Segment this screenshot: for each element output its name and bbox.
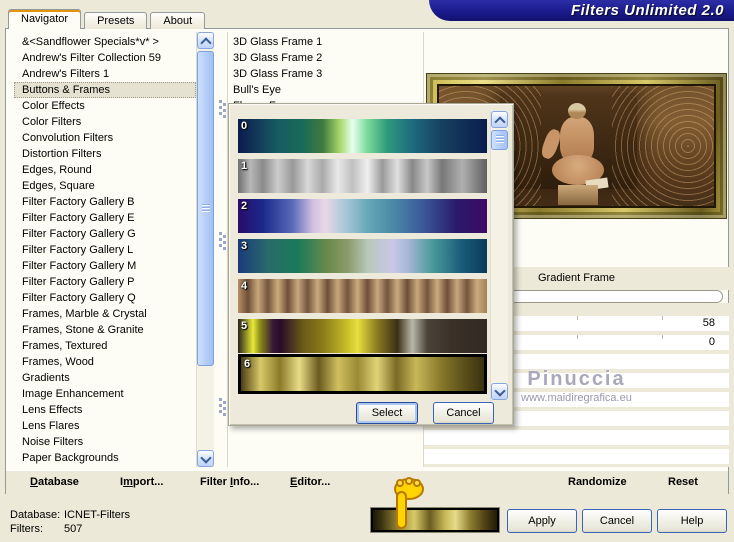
category-item[interactable]: Frames, Marble & Crystal xyxy=(14,306,196,322)
filter-item[interactable]: Bull's Eye xyxy=(228,82,418,98)
category-item[interactable]: Image Enhancement xyxy=(14,386,196,402)
preview-art-figure xyxy=(532,102,622,206)
splitter-grip-icon[interactable] xyxy=(219,398,227,417)
scrollbar-thumb[interactable] xyxy=(491,130,508,150)
database-menu-button[interactable]: Database xyxy=(30,471,79,494)
tab-navigator[interactable]: Navigator xyxy=(8,9,82,29)
parameter-slider[interactable] xyxy=(424,449,729,464)
filter-list: 3D Glass Frame 1 3D Glass Frame 2 3D Glass… xyxy=(228,34,418,114)
filter-item[interactable]: 3D Glass Frame 2 xyxy=(228,50,418,66)
category-item[interactable]: Filter Factory Gallery P xyxy=(14,274,196,290)
category-item[interactable]: Filter Factory Gallery M xyxy=(14,258,196,274)
gradient-index-label: 3 xyxy=(241,240,248,252)
category-item[interactable]: Frames, Wood xyxy=(14,354,196,370)
filter-item[interactable]: 3D Glass Frame 3 xyxy=(228,66,418,82)
tab-presets[interactable]: Presets xyxy=(84,12,148,29)
category-item[interactable]: Lens Flares xyxy=(14,418,196,434)
editor-button[interactable]: Editor... xyxy=(290,471,330,494)
window-title: Filters Unlimited 2.0 xyxy=(570,2,724,19)
splitter-grip-icon[interactable] xyxy=(219,100,227,119)
tab-bar: Navigator Presets About xyxy=(8,9,206,29)
category-item[interactable]: Filter Factory Gallery B xyxy=(14,194,196,210)
scroll-up-button[interactable] xyxy=(197,32,214,49)
filter-item[interactable]: 3D Glass Frame 1 xyxy=(228,34,418,50)
selected-filter-name: Gradient Frame xyxy=(537,272,616,284)
gradient-swatch[interactable]: 0 xyxy=(238,119,487,153)
gradient-index-label: 2 xyxy=(241,200,248,212)
category-item[interactable]: Edges, Round xyxy=(14,162,196,178)
category-list: &<Sandflower Specials*v* > Andrew's Filte… xyxy=(14,34,196,466)
database-status: Database: ICNET-Filters xyxy=(10,509,130,521)
category-item[interactable]: Filter Factory Gallery Q xyxy=(14,290,196,306)
category-item[interactable]: Color Effects xyxy=(14,98,196,114)
chevron-up-icon xyxy=(199,37,212,49)
tab-about[interactable]: About xyxy=(150,12,206,29)
category-item[interactable]: Andrew's Filters 1 xyxy=(14,66,196,82)
category-item[interactable]: Noise Filters xyxy=(14,434,196,450)
gradient-index-label: 4 xyxy=(241,280,248,292)
chevron-down-icon xyxy=(199,452,212,464)
reset-button[interactable]: Reset xyxy=(668,471,698,494)
scroll-down-button[interactable] xyxy=(197,450,214,467)
chevron-down-icon xyxy=(493,385,506,397)
category-item[interactable]: Filter Factory Gallery L xyxy=(14,242,196,258)
scroll-up-button[interactable] xyxy=(491,111,508,128)
randomize-button[interactable]: Randomize xyxy=(568,471,627,494)
category-item[interactable]: Frames, Stone & Granite xyxy=(14,322,196,338)
category-scrollbar[interactable] xyxy=(196,32,214,467)
gradient-index-label: 0 xyxy=(241,120,248,132)
help-button[interactable]: Help xyxy=(657,509,727,533)
gradient-swatch[interactable]: 6 xyxy=(238,354,487,394)
thumb-grip-icon xyxy=(496,135,504,144)
category-item[interactable]: Color Filters xyxy=(14,114,196,130)
select-button[interactable]: Select xyxy=(356,402,418,424)
cancel-gradient-button[interactable]: Cancel xyxy=(433,402,494,424)
scrollbar-thumb[interactable] xyxy=(197,51,214,366)
scroll-down-button[interactable] xyxy=(491,383,508,400)
parameter-value: 0 xyxy=(708,336,715,348)
category-item[interactable]: Frames, Textured xyxy=(14,338,196,354)
toolbar: Database Import... Filter Info... Editor… xyxy=(6,470,728,494)
gradient-swatch[interactable]: 1 xyxy=(238,159,487,193)
category-item[interactable]: Andrew's Filter Collection 59 xyxy=(14,50,196,66)
category-item[interactable]: Paper Backgrounds xyxy=(14,450,196,466)
gradient-picker-popup: 0 1 2 3 4 5 6 Select Cancel xyxy=(228,103,514,426)
gradient-swatch[interactable]: 4 xyxy=(238,279,487,313)
filters-count-status: Filters: 507 xyxy=(10,523,83,535)
parameter-value: 58 xyxy=(702,317,715,329)
category-item[interactable]: Edges, Square xyxy=(14,178,196,194)
gradient-list: 0 1 2 3 4 5 6 xyxy=(238,119,487,400)
preview-art-pattern xyxy=(612,86,714,206)
gradient-index-label: 5 xyxy=(241,320,248,332)
filter-info-button[interactable]: Filter Info... xyxy=(200,471,259,494)
gradient-scrollbar[interactable] xyxy=(490,111,508,400)
gradient-index-label: 1 xyxy=(241,160,248,172)
category-item[interactable]: Filter Factory Gallery G xyxy=(14,226,196,242)
category-item[interactable]: Lens Effects xyxy=(14,402,196,418)
thumb-grip-icon xyxy=(202,203,210,213)
category-item[interactable]: Buttons & Frames xyxy=(14,82,196,98)
hand-cursor-icon xyxy=(394,477,424,529)
category-item[interactable]: Distortion Filters xyxy=(14,146,196,162)
category-item[interactable]: Filter Factory Gallery E xyxy=(14,210,196,226)
gradient-swatch[interactable]: 3 xyxy=(238,239,487,273)
import-button[interactable]: Import... xyxy=(120,471,163,494)
title-banner: Filters Unlimited 2.0 xyxy=(429,0,734,21)
category-item[interactable]: Convolution Filters xyxy=(14,130,196,146)
gradient-swatch[interactable]: 5 xyxy=(238,319,487,353)
splitter-grip-icon[interactable] xyxy=(219,232,227,251)
filters-unlimited-window: Filters Unlimited 2.0 Navigator Presets … xyxy=(0,0,734,542)
chevron-up-icon xyxy=(493,116,506,128)
gradient-index-label: 6 xyxy=(244,358,251,370)
gradient-swatch[interactable]: 2 xyxy=(238,199,487,233)
category-item[interactable]: &<Sandflower Specials*v* > xyxy=(14,34,196,50)
parameter-slider[interactable] xyxy=(424,430,729,445)
category-item[interactable]: Gradients xyxy=(14,370,196,386)
apply-button[interactable]: Apply xyxy=(507,509,577,533)
cancel-button[interactable]: Cancel xyxy=(582,509,652,533)
